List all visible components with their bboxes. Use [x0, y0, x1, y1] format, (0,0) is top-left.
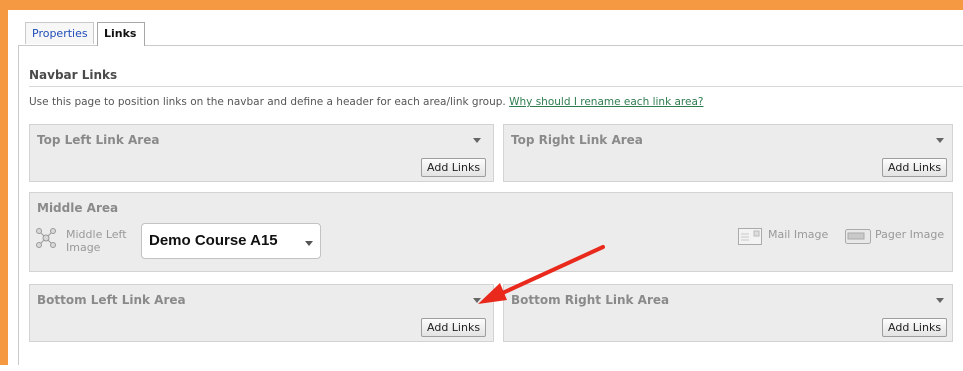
orange-frame-left — [0, 0, 8, 371]
section-title: Navbar Links — [29, 68, 118, 82]
annotation-arrow — [478, 245, 605, 304]
top-right-area-title: Top Right Link Area — [511, 133, 643, 147]
bottom-left-link-area: Bottom Left Link Area Add Links — [29, 284, 494, 342]
course-title-select[interactable]: Demo Course A15 — [141, 223, 321, 259]
top-left-add-links-button[interactable]: Add Links — [421, 158, 487, 177]
top-left-dropdown-icon[interactable] — [473, 138, 481, 143]
network-icon — [36, 228, 56, 248]
page-bottom-edge — [0, 365, 963, 371]
pager-image-label: Pager Image — [875, 228, 945, 241]
course-select-value: Demo Course A15 — [149, 232, 278, 249]
top-right-dropdown-icon[interactable] — [936, 138, 944, 143]
tab-links[interactable]: Links — [97, 22, 145, 46]
section-description: Use this page to position links on the n… — [29, 96, 703, 108]
middle-area-title: Middle Area — [37, 201, 119, 215]
middle-left-label-line2: Image — [66, 241, 101, 254]
top-left-link-area: Top Left Link Area Add Links — [29, 124, 494, 182]
tab-properties[interactable]: Properties — [25, 22, 94, 44]
top-right-link-area: Top Right Link Area Add Links — [503, 124, 953, 182]
top-left-area-title: Top Left Link Area — [37, 133, 160, 147]
rename-help-link[interactable]: Why should I rename each link area? — [509, 96, 703, 108]
bottom-left-area-title: Bottom Left Link Area — [37, 293, 186, 307]
pager-icon — [845, 229, 871, 244]
description-text: Use this page to position links on the n… — [29, 96, 506, 108]
bottom-left-add-links-button[interactable]: Add Links — [421, 318, 487, 337]
orange-frame-top — [0, 0, 963, 10]
middle-left-label-line1: Middle Left — [66, 228, 127, 241]
middle-left-image-label: Middle Left Image — [66, 228, 127, 254]
bottom-right-add-links-button[interactable]: Add Links — [882, 318, 948, 337]
mail-icon — [738, 228, 762, 245]
section-divider — [29, 86, 963, 87]
top-right-add-links-button[interactable]: Add Links — [882, 158, 948, 177]
chevron-down-icon — [305, 241, 313, 246]
bottom-right-dropdown-icon[interactable] — [936, 298, 944, 303]
mail-image-label: Mail Image — [768, 228, 829, 241]
